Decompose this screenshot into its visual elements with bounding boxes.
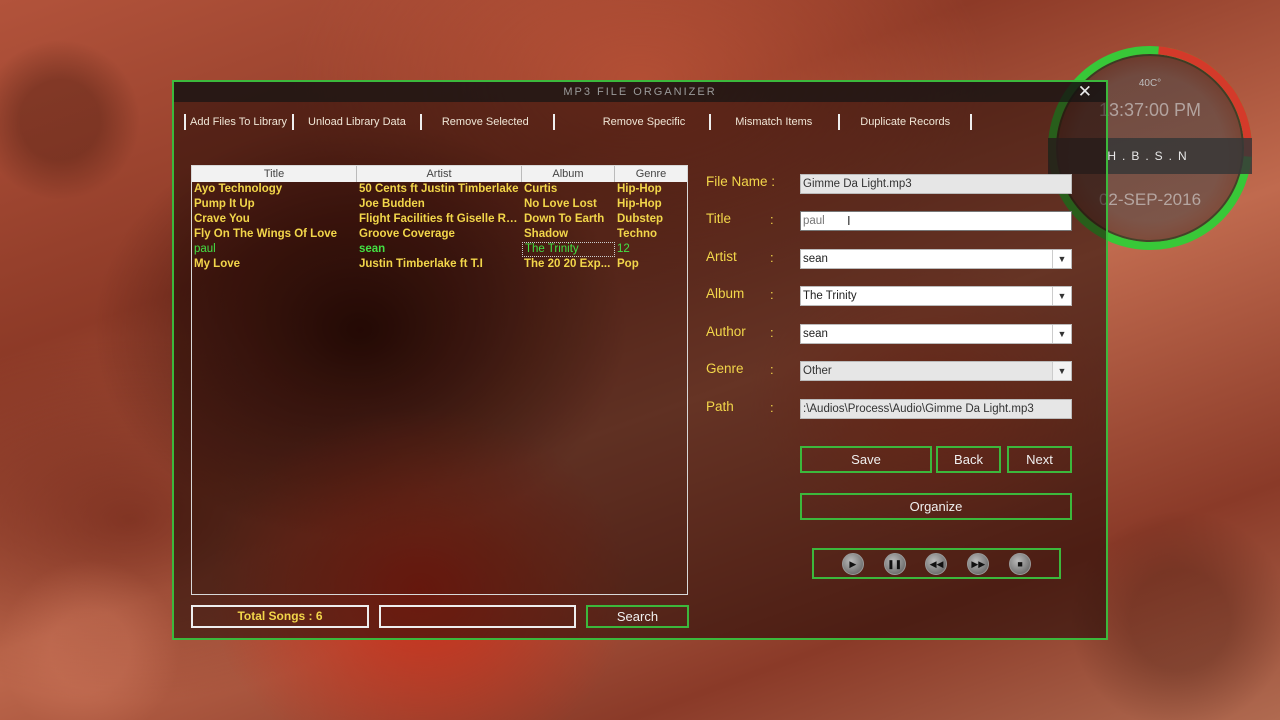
artist-colon: : <box>770 250 774 265</box>
file-name-label: File Name : <box>706 174 776 189</box>
main-window: MP3 FILE ORGANIZER ✕ Add Files To Librar… <box>172 80 1108 640</box>
cell-album: No Love Lost <box>524 198 597 210</box>
cell-artist: sean <box>359 243 386 255</box>
close-icon[interactable]: ✕ <box>1078 82 1094 102</box>
column-header-title[interactable]: Title <box>192 166 357 182</box>
author-colon: : <box>770 325 774 340</box>
cell-title: Fly On The Wings Of Love <box>194 228 338 240</box>
album-value: The Trinity <box>803 290 857 302</box>
chevron-down-icon[interactable]: ▼ <box>1052 250 1071 268</box>
menu-unload-library[interactable]: Unload Library Data <box>292 114 420 130</box>
table-row[interactable]: Crave You Flight Facilities ft Giselle R… <box>192 212 687 227</box>
chevron-down-icon[interactable]: ▼ <box>1052 287 1071 305</box>
cell-title: Ayo Technology <box>194 183 283 195</box>
menu-mismatch-items[interactable]: Mismatch Items <box>709 114 838 130</box>
menu-add-files[interactable]: Add Files To Library <box>184 114 292 130</box>
cell-album: The 20 20 Exp... <box>524 258 611 270</box>
library-table[interactable]: Title Artist Album Genre Ayo Technology … <box>191 165 688 595</box>
cell-genre: Pop <box>617 258 639 270</box>
play-icon[interactable]: ▶ <box>841 552 864 575</box>
author-label: Author <box>706 324 746 339</box>
column-header-genre[interactable]: Genre <box>615 166 687 182</box>
menu-duplicate-records[interactable]: Duplicate Records <box>838 114 970 130</box>
cell-artist: Justin Timberlake ft T.I <box>359 258 483 270</box>
menu-remove-selected[interactable]: Remove Selected <box>419 114 553 130</box>
next-icon[interactable]: ▶▶ <box>967 552 990 575</box>
cell-genre: Hip-Hop <box>617 198 662 210</box>
album-label: Album <box>706 286 745 301</box>
title-bar[interactable]: MP3 FILE ORGANIZER ✕ <box>174 82 1106 102</box>
title-field[interactable]: paul I <box>800 211 1072 231</box>
title-colon: : <box>770 212 774 227</box>
table-row-selected[interactable]: paul sean The Trinity 12 <box>192 242 687 257</box>
cell-genre: Hip-Hop <box>617 183 662 195</box>
path-field[interactable]: :\Audios\Process\Audio\Gimme Da Light.mp… <box>800 399 1072 419</box>
stop-icon[interactable]: ■ <box>1009 552 1032 575</box>
cell-album: Curtis <box>524 183 558 195</box>
author-value: sean <box>803 328 828 340</box>
menu-remove-specific[interactable]: Remove Specific <box>552 114 710 130</box>
genre-label: Genre <box>706 361 744 376</box>
table-row[interactable]: Fly On The Wings Of Love Groove Coverage… <box>192 227 687 242</box>
next-button[interactable]: Next <box>1007 446 1072 473</box>
cell-title: Pump It Up <box>194 198 255 210</box>
cell-artist: Groove Coverage <box>359 228 455 240</box>
artist-label: Artist <box>706 249 737 264</box>
window-title: MP3 FILE ORGANIZER <box>563 86 717 98</box>
cell-genre: Techno <box>617 228 658 240</box>
menu-separator <box>970 114 973 130</box>
title-field-value: paul <box>803 215 825 227</box>
cell-title: Crave You <box>194 213 250 225</box>
path-colon: : <box>770 400 774 415</box>
menu-bar: Add Files To Library Unload Library Data… <box>184 112 1034 132</box>
table-row[interactable]: My Love Justin Timberlake ft T.I The 20 … <box>192 257 687 272</box>
cell-album: The Trinity <box>522 242 615 257</box>
search-button[interactable]: Search <box>586 605 689 628</box>
back-button[interactable]: Back <box>936 446 1001 473</box>
cell-genre: Dubstep <box>617 213 663 225</box>
cell-artist: 50 Cents ft Justin Timberlake <box>359 183 519 195</box>
title-label: Title <box>706 211 732 226</box>
cell-genre: 12 <box>617 243 630 255</box>
artist-dropdown[interactable]: sean ▼ <box>800 249 1072 269</box>
artist-value: sean <box>803 253 828 265</box>
genre-dropdown[interactable]: Other ▼ <box>800 361 1072 381</box>
cell-title: paul <box>194 243 216 255</box>
path-label: Path <box>706 399 734 414</box>
pause-icon[interactable]: ❚❚ <box>883 552 906 575</box>
cell-artist: Flight Facilities ft Giselle Ro... <box>359 213 522 225</box>
cell-album: Shadow <box>524 228 569 240</box>
previous-icon[interactable]: ◀◀ <box>925 552 948 575</box>
column-header-album[interactable]: Album <box>522 166 615 182</box>
table-row[interactable]: Pump It Up Joe Budden No Love Lost Hip-H… <box>192 197 687 212</box>
cell-artist: Joe Budden <box>359 198 425 210</box>
column-header-artist[interactable]: Artist <box>357 166 522 182</box>
chevron-down-icon[interactable]: ▼ <box>1052 325 1071 343</box>
album-dropdown[interactable]: The Trinity ▼ <box>800 286 1072 306</box>
save-button[interactable]: Save <box>800 446 932 473</box>
table-header: Title Artist Album Genre <box>192 166 687 182</box>
author-dropdown[interactable]: sean ▼ <box>800 324 1072 344</box>
genre-colon: : <box>770 362 774 377</box>
genre-value: Other <box>803 365 832 377</box>
media-controls: ▶ ❚❚ ◀◀ ▶▶ ■ <box>812 548 1061 579</box>
chevron-down-icon[interactable]: ▼ <box>1052 362 1071 380</box>
file-name-field[interactable]: Gimme Da Light.mp3 <box>800 174 1072 194</box>
cell-album: Down To Earth <box>524 213 605 225</box>
text-cursor-icon: I <box>847 213 851 228</box>
table-row[interactable]: Ayo Technology 50 Cents ft Justin Timber… <box>192 182 687 197</box>
organize-button[interactable]: Organize <box>800 493 1072 520</box>
total-songs-label: Total Songs : 6 <box>191 605 369 628</box>
search-input[interactable] <box>379 605 576 628</box>
cell-title: My Love <box>194 258 241 270</box>
album-colon: : <box>770 287 774 302</box>
